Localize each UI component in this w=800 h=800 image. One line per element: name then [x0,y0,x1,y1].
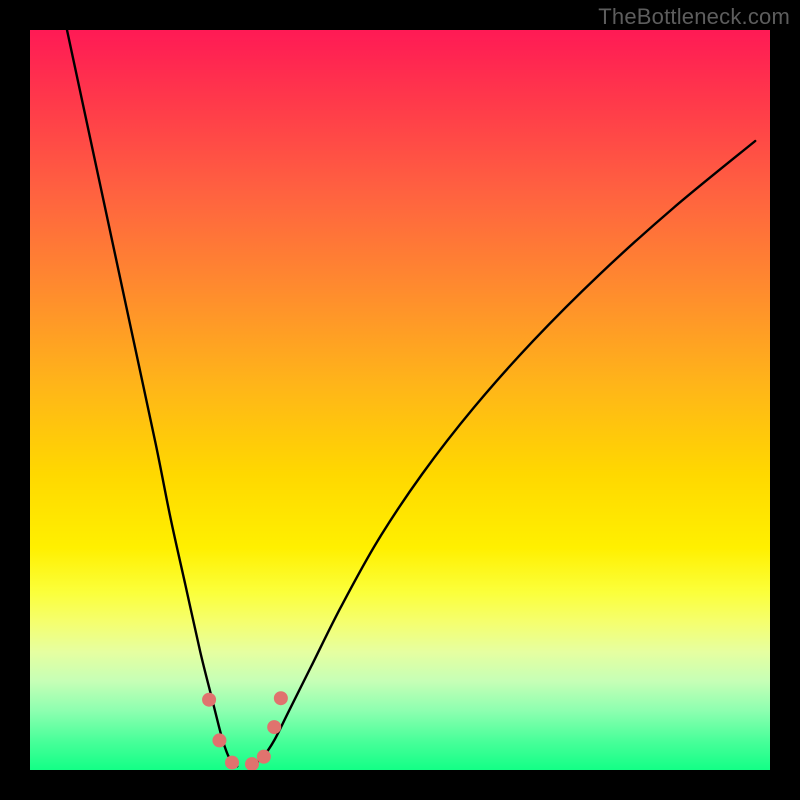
cusp-marker [245,757,259,770]
curve-layer [30,30,770,770]
plot-area [30,30,770,770]
left-branch-curve [67,30,237,766]
cusp-marker [267,720,281,734]
watermark-text: TheBottleneck.com [598,4,790,30]
cusp-marker [274,691,288,705]
right-branch-curve [252,141,755,766]
cusp-marker [202,693,216,707]
cusp-markers [202,691,288,770]
cusp-marker [225,756,239,770]
cusp-marker [212,733,226,747]
outer-frame: TheBottleneck.com [0,0,800,800]
cusp-marker [257,750,271,764]
